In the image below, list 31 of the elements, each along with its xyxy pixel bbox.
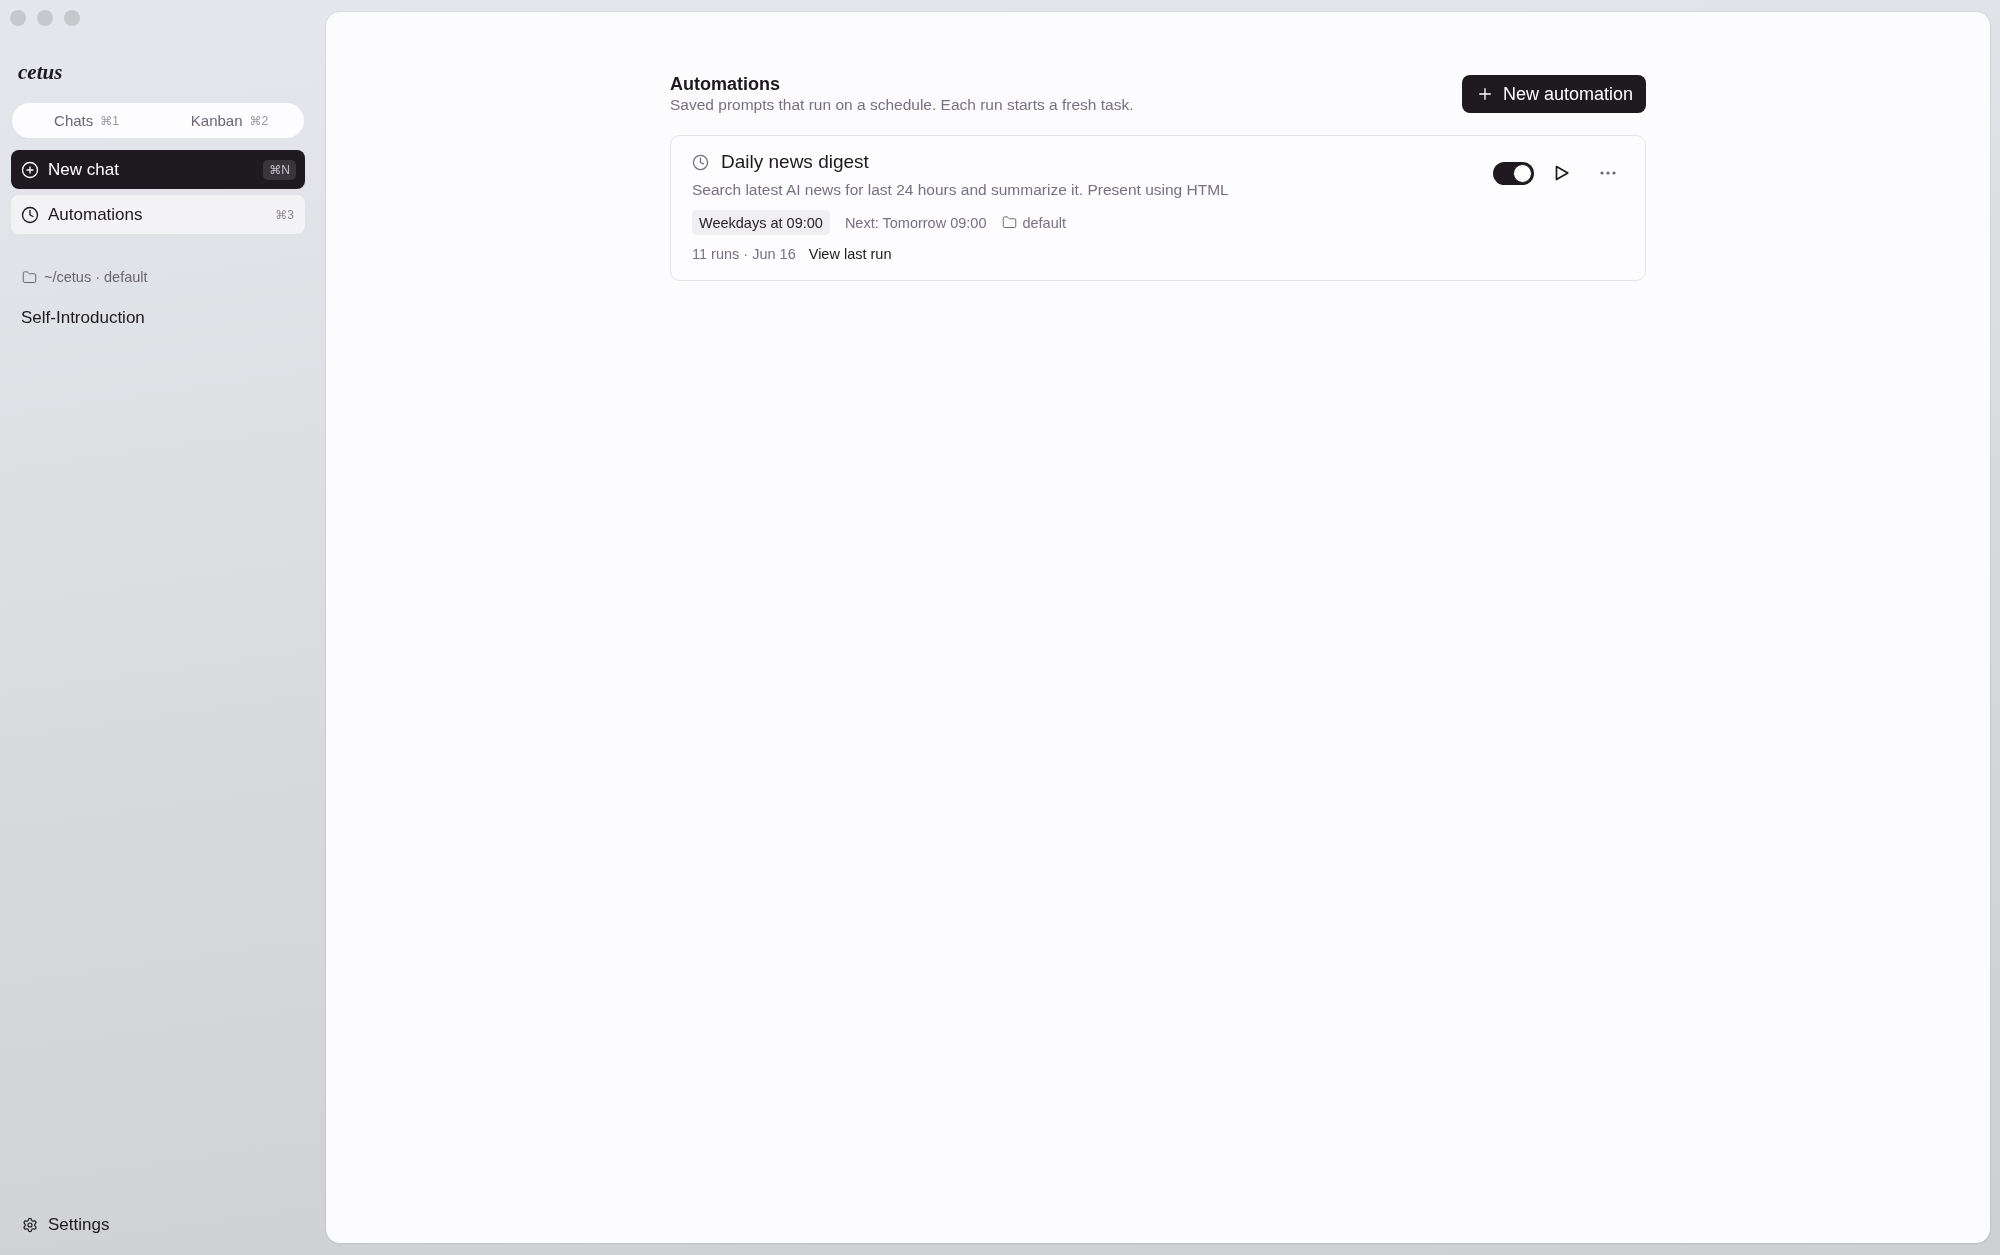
view-last-run-link[interactable]: View last run bbox=[808, 246, 892, 262]
window-minimize-control[interactable] bbox=[37, 10, 53, 26]
more-icon bbox=[1600, 171, 1616, 175]
nav-item[interactable]: Automations ⌘3 bbox=[11, 195, 305, 234]
folder-name: default bbox=[1022, 214, 1066, 231]
folder-icon bbox=[1002, 215, 1018, 230]
play-icon bbox=[1555, 165, 1569, 181]
toggle-switch[interactable] bbox=[1493, 161, 1534, 185]
project-label: ~/cetus · default bbox=[44, 269, 148, 285]
settings-button[interactable]: Settings bbox=[22, 1215, 110, 1235]
schedule-tag: Weekdays at 09:00 bbox=[692, 210, 830, 235]
app-logo: cetus bbox=[18, 61, 63, 83]
plus-circle-icon bbox=[21, 160, 39, 179]
shortcut-key: ⌘N bbox=[263, 159, 296, 180]
folder-icon bbox=[22, 269, 37, 285]
view-tab[interactable]: Kanban ⌘2 bbox=[158, 106, 301, 135]
chat-item[interactable]: Self-Introduction bbox=[11, 304, 305, 332]
view-tab[interactable]: Chats ⌘1 bbox=[15, 106, 158, 135]
next-run-text: Next: Tomorrow 09:00 bbox=[844, 214, 987, 231]
window-close-control[interactable] bbox=[10, 10, 26, 26]
clock-icon bbox=[692, 153, 709, 171]
automation-title: Daily news digest bbox=[721, 151, 869, 173]
settings-icon bbox=[22, 1217, 38, 1233]
automation-prompt: Search latest AI news for last 24 hours and summarize it. Present using HTML bbox=[692, 180, 1229, 200]
new-automation-button[interactable]: New automation bbox=[1461, 75, 1646, 113]
window-zoom-control[interactable] bbox=[64, 10, 80, 26]
new-chat-button[interactable]: New chat ⌘N bbox=[11, 150, 305, 189]
clock-icon bbox=[21, 205, 39, 224]
page-title: Automations bbox=[670, 73, 780, 95]
run-count-text: 11 runs · Jun 16 bbox=[692, 246, 796, 262]
page-subtitle: Saved prompts that run on a schedule. Each run starts a fresh task. bbox=[670, 95, 1134, 115]
